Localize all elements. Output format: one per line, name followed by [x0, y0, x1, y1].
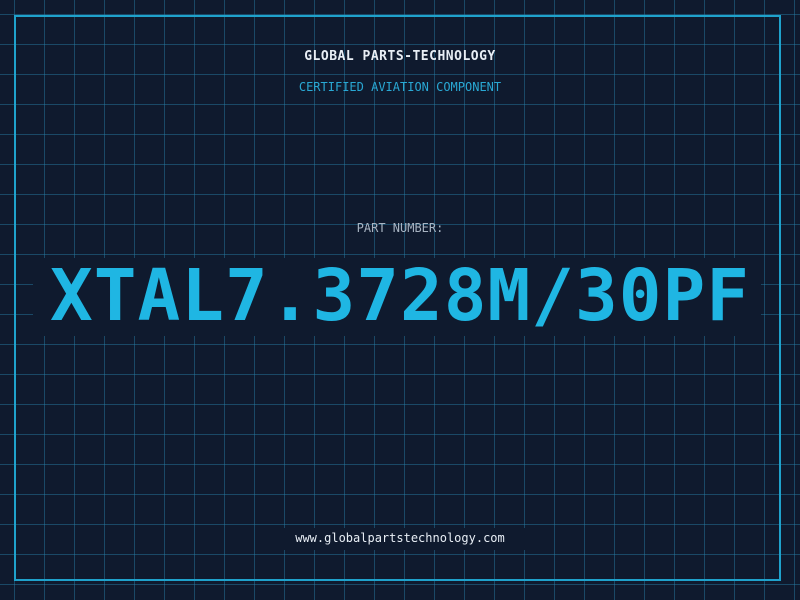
tagline: CERTIFIED AVIATION COMPONENT: [298, 80, 502, 94]
company-name: GLOBAL PARTS-TECHNOLOGY: [304, 49, 496, 64]
part-card: GLOBAL PARTS-TECHNOLOGY CERTIFIED AVIATI…: [0, 0, 800, 600]
part-number-label: PART NUMBER:: [356, 221, 444, 235]
part-number-value: XTAL7.3728M/30PF: [50, 254, 750, 337]
website-url: www.globalpartstechnology.com: [295, 531, 505, 545]
